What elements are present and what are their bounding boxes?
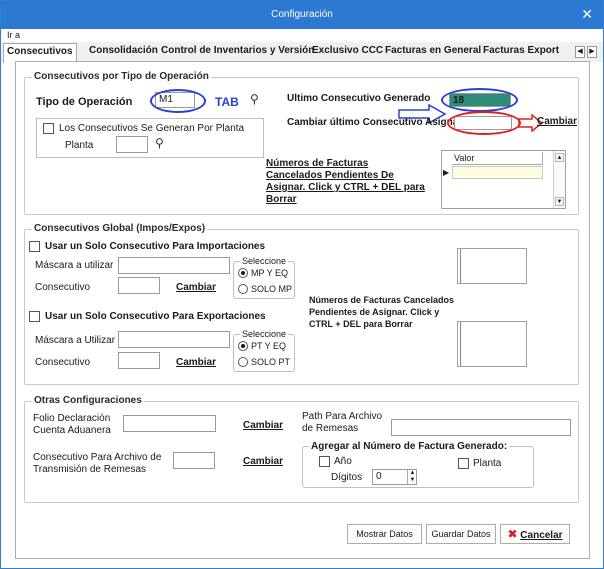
cambiar-ultimo-label: Cambiar último Consecutivo Asignado: [287, 117, 471, 128]
import-canceladas-list[interactable]: [457, 248, 527, 284]
group-legend: Consecutivos por Tipo de Operación: [32, 71, 211, 82]
configuration-window: Configuración ✕ Ir a Consecutivos Consol…: [0, 0, 604, 569]
seleccione-legend: Seleccione: [240, 256, 289, 266]
planta-input[interactable]: [116, 136, 148, 153]
tab-facturas-general[interactable]: Facturas en General: [385, 45, 481, 56]
group-legend: Consecutivos Global (Impos/Expos): [32, 223, 208, 234]
export-solo-pt-radio[interactable]: [238, 357, 248, 367]
ultimo-consecutivo-label: Ultimo Consecutivo Generado: [287, 93, 431, 104]
planta-checkbox[interactable]: [458, 458, 469, 469]
folio-declaracion-input[interactable]: [123, 415, 216, 432]
annotation-ellipse-tipo: [150, 89, 206, 113]
export-canceladas-list[interactable]: [457, 321, 527, 367]
menu-bar: Ir a: [1, 29, 603, 42]
cancel-icon: ✖: [507, 527, 518, 541]
grid-row-selected[interactable]: [452, 166, 543, 179]
tab-annotation: TAB: [215, 95, 239, 109]
guardar-datos-button[interactable]: Guardar Datos: [426, 524, 496, 544]
otras-configuraciones-group: Otras Configuraciones Folio Declaración …: [24, 395, 579, 503]
export-mask-input[interactable]: [118, 331, 230, 348]
tab-scroll-left-icon[interactable]: ◀: [575, 46, 585, 58]
consecutivos-panel: Consecutivos por Tipo de Operación Tipo …: [15, 61, 590, 559]
import-mask-label: Máscara a utilizar: [35, 260, 114, 271]
binoculars-icon[interactable]: ⚲: [155, 136, 164, 150]
export-cambiar-link[interactable]: Cambiar: [176, 357, 216, 368]
import-mask-input[interactable]: [118, 257, 230, 274]
mostrar-datos-button[interactable]: Mostrar Datos: [347, 524, 422, 544]
tab-scroll-right-icon[interactable]: ▶: [587, 46, 597, 58]
import-solo-mp-label: SOLO MP: [251, 284, 293, 294]
tab-consecutivos[interactable]: Consecutivos: [3, 43, 77, 63]
export-consecutivo-label: Consecutivo: [35, 357, 91, 368]
import-consecutivo-label: Consecutivo: [35, 282, 91, 293]
tab-bar: Consecutivos Consolidación Control de In…: [1, 42, 603, 63]
annotation-ellipse-cambiar: [447, 111, 521, 135]
grid-row-marker-icon: ▶: [443, 168, 450, 177]
cancelar-button[interactable]: ✖ Cancelar: [500, 524, 570, 544]
import-mp-y-eq-label: MP Y EQ: [251, 268, 289, 278]
folio-cambiar-link[interactable]: Cambiar: [243, 420, 283, 431]
tipo-operacion-label: Tipo de Operación: [36, 96, 133, 108]
export-seleccione-group: Seleccione PT Y EQ SOLO PT: [233, 329, 295, 372]
agregar-factura-group: Agregar al Número de Factura Generado: A…: [302, 441, 534, 488]
import-solo-consecutivo-label: Usar un Solo Consecutivo Para Importacio…: [45, 241, 266, 252]
planta-label: Planta: [65, 140, 94, 151]
anio-checkbox[interactable]: [319, 456, 330, 467]
planta-label: Planta: [473, 458, 502, 469]
folio-declaracion-label: Folio Declaración Cuenta Aduanera: [33, 413, 111, 436]
global-facturas-canceladas-label: Números de Facturas Cancelados Pendiente…: [309, 295, 455, 329]
export-consecutivo-input[interactable]: [118, 352, 160, 369]
binoculars-icon[interactable]: ⚲: [250, 92, 259, 106]
anio-label: Año: [334, 456, 352, 467]
export-solo-consecutivo-checkbox[interactable]: [29, 311, 40, 322]
digitos-label: Dígitos: [331, 472, 363, 483]
consec-remesas-cambiar-link[interactable]: Cambiar: [243, 456, 283, 467]
tab-control-inventarios[interactable]: Control de Inventarios y Versión: [161, 45, 314, 56]
title-bar: Configuración ✕: [1, 1, 603, 29]
export-solo-pt-label: SOLO PT: [251, 357, 291, 367]
import-solo-consecutivo-checkbox[interactable]: [29, 241, 40, 252]
genera-por-planta-checkbox[interactable]: [43, 123, 54, 134]
import-cambiar-link[interactable]: Cambiar: [176, 282, 216, 293]
tab-exclusivo-ccc[interactable]: Exclusivo CCC: [312, 45, 383, 56]
consecutivos-global-group: Consecutivos Global (Impos/Expos) Usar u…: [24, 223, 579, 385]
tab-consolidacion[interactable]: Consolidación: [89, 45, 158, 56]
group-legend: Otras Configuraciones: [32, 395, 144, 406]
facturas-canceladas-label: Números de Facturas Cancelados Pendiente…: [266, 158, 425, 205]
scroll-up-icon[interactable]: ▲: [555, 153, 564, 162]
cancelar-label: Cancelar: [520, 530, 563, 541]
export-mask-label: Máscara a Utilizar: [35, 335, 116, 346]
tab-facturas-exportacion[interactable]: Facturas Exportac: [483, 45, 559, 56]
scroll-down-icon[interactable]: ▼: [555, 197, 564, 206]
agregar-factura-legend: Agregar al Número de Factura Generado:: [309, 441, 510, 452]
consec-remesas-label: Consecutivo Para Archivo de Transmisión …: [33, 452, 162, 475]
genera-por-planta-label: Los Consecutivos Se Generan Por Planta: [59, 123, 245, 134]
consecutivos-tipo-group: Consecutivos por Tipo de Operación Tipo …: [24, 71, 579, 215]
menu-goto[interactable]: Ir a: [7, 30, 20, 40]
import-consecutivo-input[interactable]: [118, 277, 160, 294]
import-solo-mp-radio[interactable]: [238, 284, 248, 294]
consec-remesas-input[interactable]: [173, 452, 215, 469]
import-mp-y-eq-radio[interactable]: [238, 268, 248, 278]
cambiar-ultimo-link[interactable]: Cambiar: [537, 116, 577, 127]
facturas-canceladas-grid[interactable]: Valor ▶ ▲ ▼: [441, 150, 566, 209]
annotation-ellipse-ultimo: [441, 88, 518, 112]
window-title: Configuración: [271, 9, 333, 20]
export-pt-y-eq-label: PT Y EQ: [251, 341, 287, 351]
grid-header-valor: Valor: [452, 152, 543, 165]
import-seleccione-group: Seleccione MP Y EQ SOLO MP: [233, 256, 295, 299]
export-solo-consecutivo-label: Usar un Solo Consecutivo Para Exportacio…: [45, 311, 266, 322]
export-pt-y-eq-radio[interactable]: [238, 341, 248, 351]
path-remesas-input[interactable]: [391, 419, 571, 436]
path-remesas-label: Path Para Archivo de Remesas: [302, 411, 383, 434]
seleccione-legend: Seleccione: [240, 329, 289, 339]
grid-scrollbar[interactable]: ▲ ▼: [553, 151, 565, 208]
close-icon[interactable]: ✕: [581, 7, 593, 23]
spinner-arrows-icon[interactable]: ▲ ▼: [407, 470, 417, 484]
